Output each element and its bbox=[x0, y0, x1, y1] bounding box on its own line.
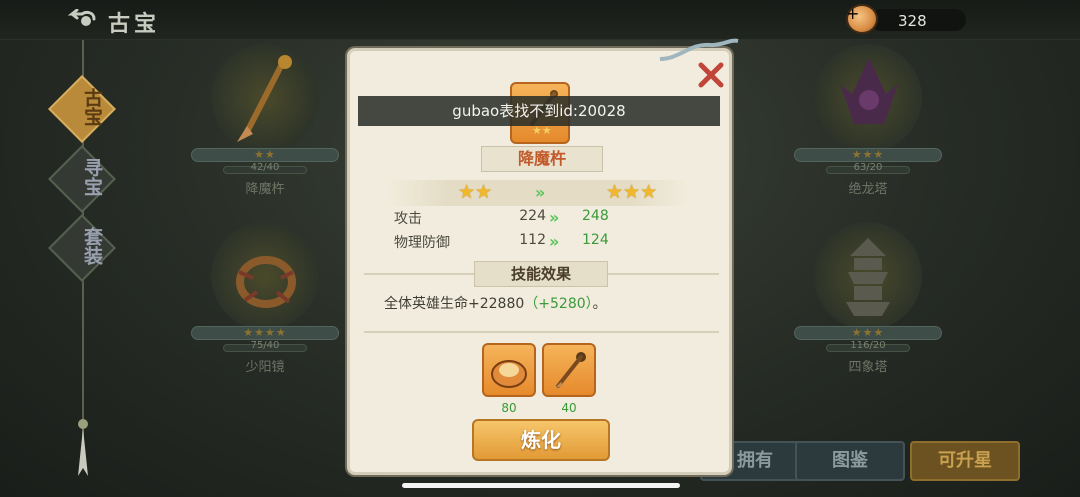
treasure-card[interactable]: ★★★★ 75/40 少阳镜 bbox=[191, 222, 339, 375]
coin-pouch-icon bbox=[491, 360, 527, 388]
top-bar: 古宝 328 + bbox=[0, 0, 1080, 40]
dragon-tower-icon bbox=[840, 58, 898, 124]
home-indicator[interactable] bbox=[402, 483, 680, 488]
demon-pestle-icon bbox=[237, 55, 292, 142]
tassel-icon bbox=[78, 419, 88, 476]
side-tab-gubao-label: 古宝 bbox=[81, 88, 103, 126]
card-count: 75/40 bbox=[250, 340, 280, 351]
card-name: 四象塔 bbox=[848, 360, 888, 375]
demon-pestle-icon bbox=[555, 352, 586, 388]
treasure-card[interactable]: ★★★ 116/20 四象塔 bbox=[794, 222, 942, 375]
material-count: 80 bbox=[501, 401, 517, 415]
card-name: 绝龙塔 bbox=[848, 182, 888, 197]
skill-section-title: 技能效果 bbox=[474, 261, 608, 287]
card-stars: ★★★ bbox=[851, 148, 885, 161]
side-tab-taozhuang-label: 套装 bbox=[81, 227, 103, 265]
star-upgrade-row: ★★ » ★★★ bbox=[388, 180, 688, 206]
dialog-corner-ornament bbox=[660, 38, 739, 61]
item-name: 降魔杵 bbox=[481, 146, 603, 172]
treasure-card[interactable]: ★★★ 63/20 绝龙塔 bbox=[794, 44, 942, 197]
add-currency-button[interactable]: + bbox=[846, 4, 968, 34]
error-toast: gubao表找不到id:20028 bbox=[358, 96, 720, 126]
refine-button[interactable]: 炼化 bbox=[472, 419, 610, 461]
skill-desc-main: 全体英雄生命+22880 bbox=[384, 296, 525, 312]
close-icon[interactable] bbox=[697, 61, 725, 89]
back-icon[interactable] bbox=[66, 9, 96, 29]
stat-old-value: 112 bbox=[519, 232, 546, 248]
stat-old-value: 224 bbox=[519, 208, 546, 224]
page-title: 古宝 bbox=[108, 11, 161, 37]
material-slot-pestle[interactable] bbox=[542, 343, 596, 397]
card-name: 少阳镜 bbox=[245, 360, 285, 375]
card-count: 116/20 bbox=[850, 340, 886, 351]
stat-row-defense: 物理防御 112 » 124 bbox=[394, 232, 694, 254]
skill-description: 全体英雄生命+22880（+5280）。 bbox=[384, 293, 607, 313]
card-stars: ★★★★ bbox=[243, 326, 287, 339]
card-name: 降魔杵 bbox=[245, 182, 285, 197]
card-stars: ★★ bbox=[254, 148, 276, 161]
divider bbox=[364, 331, 719, 333]
stat-label: 攻击 bbox=[394, 211, 422, 227]
card-count: 63/20 bbox=[853, 162, 883, 173]
stat-label: 物理防御 bbox=[394, 235, 450, 251]
arrow-right-icon: » bbox=[535, 183, 546, 202]
stat-new-value: 124 bbox=[582, 232, 609, 248]
arrow-right-icon: » bbox=[549, 232, 560, 251]
stat-row-attack: 攻击 224 » 248 bbox=[394, 208, 694, 230]
stat-new-value: 248 bbox=[582, 208, 609, 224]
stars-next: ★★★ bbox=[606, 181, 658, 203]
card-count: 42/40 bbox=[250, 162, 280, 173]
stars-current: ★★ bbox=[458, 181, 493, 203]
side-tab-xunbao-label: 寻宝 bbox=[81, 158, 103, 196]
material-count: 40 bbox=[561, 401, 577, 415]
material-slot-coin[interactable] bbox=[482, 343, 536, 397]
treasure-card[interactable]: ★★ 42/40 降魔杵 bbox=[191, 44, 339, 197]
tab-collection[interactable]: 图鉴 bbox=[795, 441, 905, 481]
pagoda-icon bbox=[846, 238, 890, 316]
tab-upgradable[interactable]: 可升星 bbox=[910, 441, 1020, 481]
mirror-icon bbox=[236, 256, 296, 308]
card-stars: ★★★ bbox=[851, 326, 885, 339]
skill-desc-bonus: （+5280） bbox=[524, 296, 593, 312]
skill-desc-end: 。 bbox=[592, 296, 607, 312]
arrow-right-icon: » bbox=[549, 208, 560, 227]
